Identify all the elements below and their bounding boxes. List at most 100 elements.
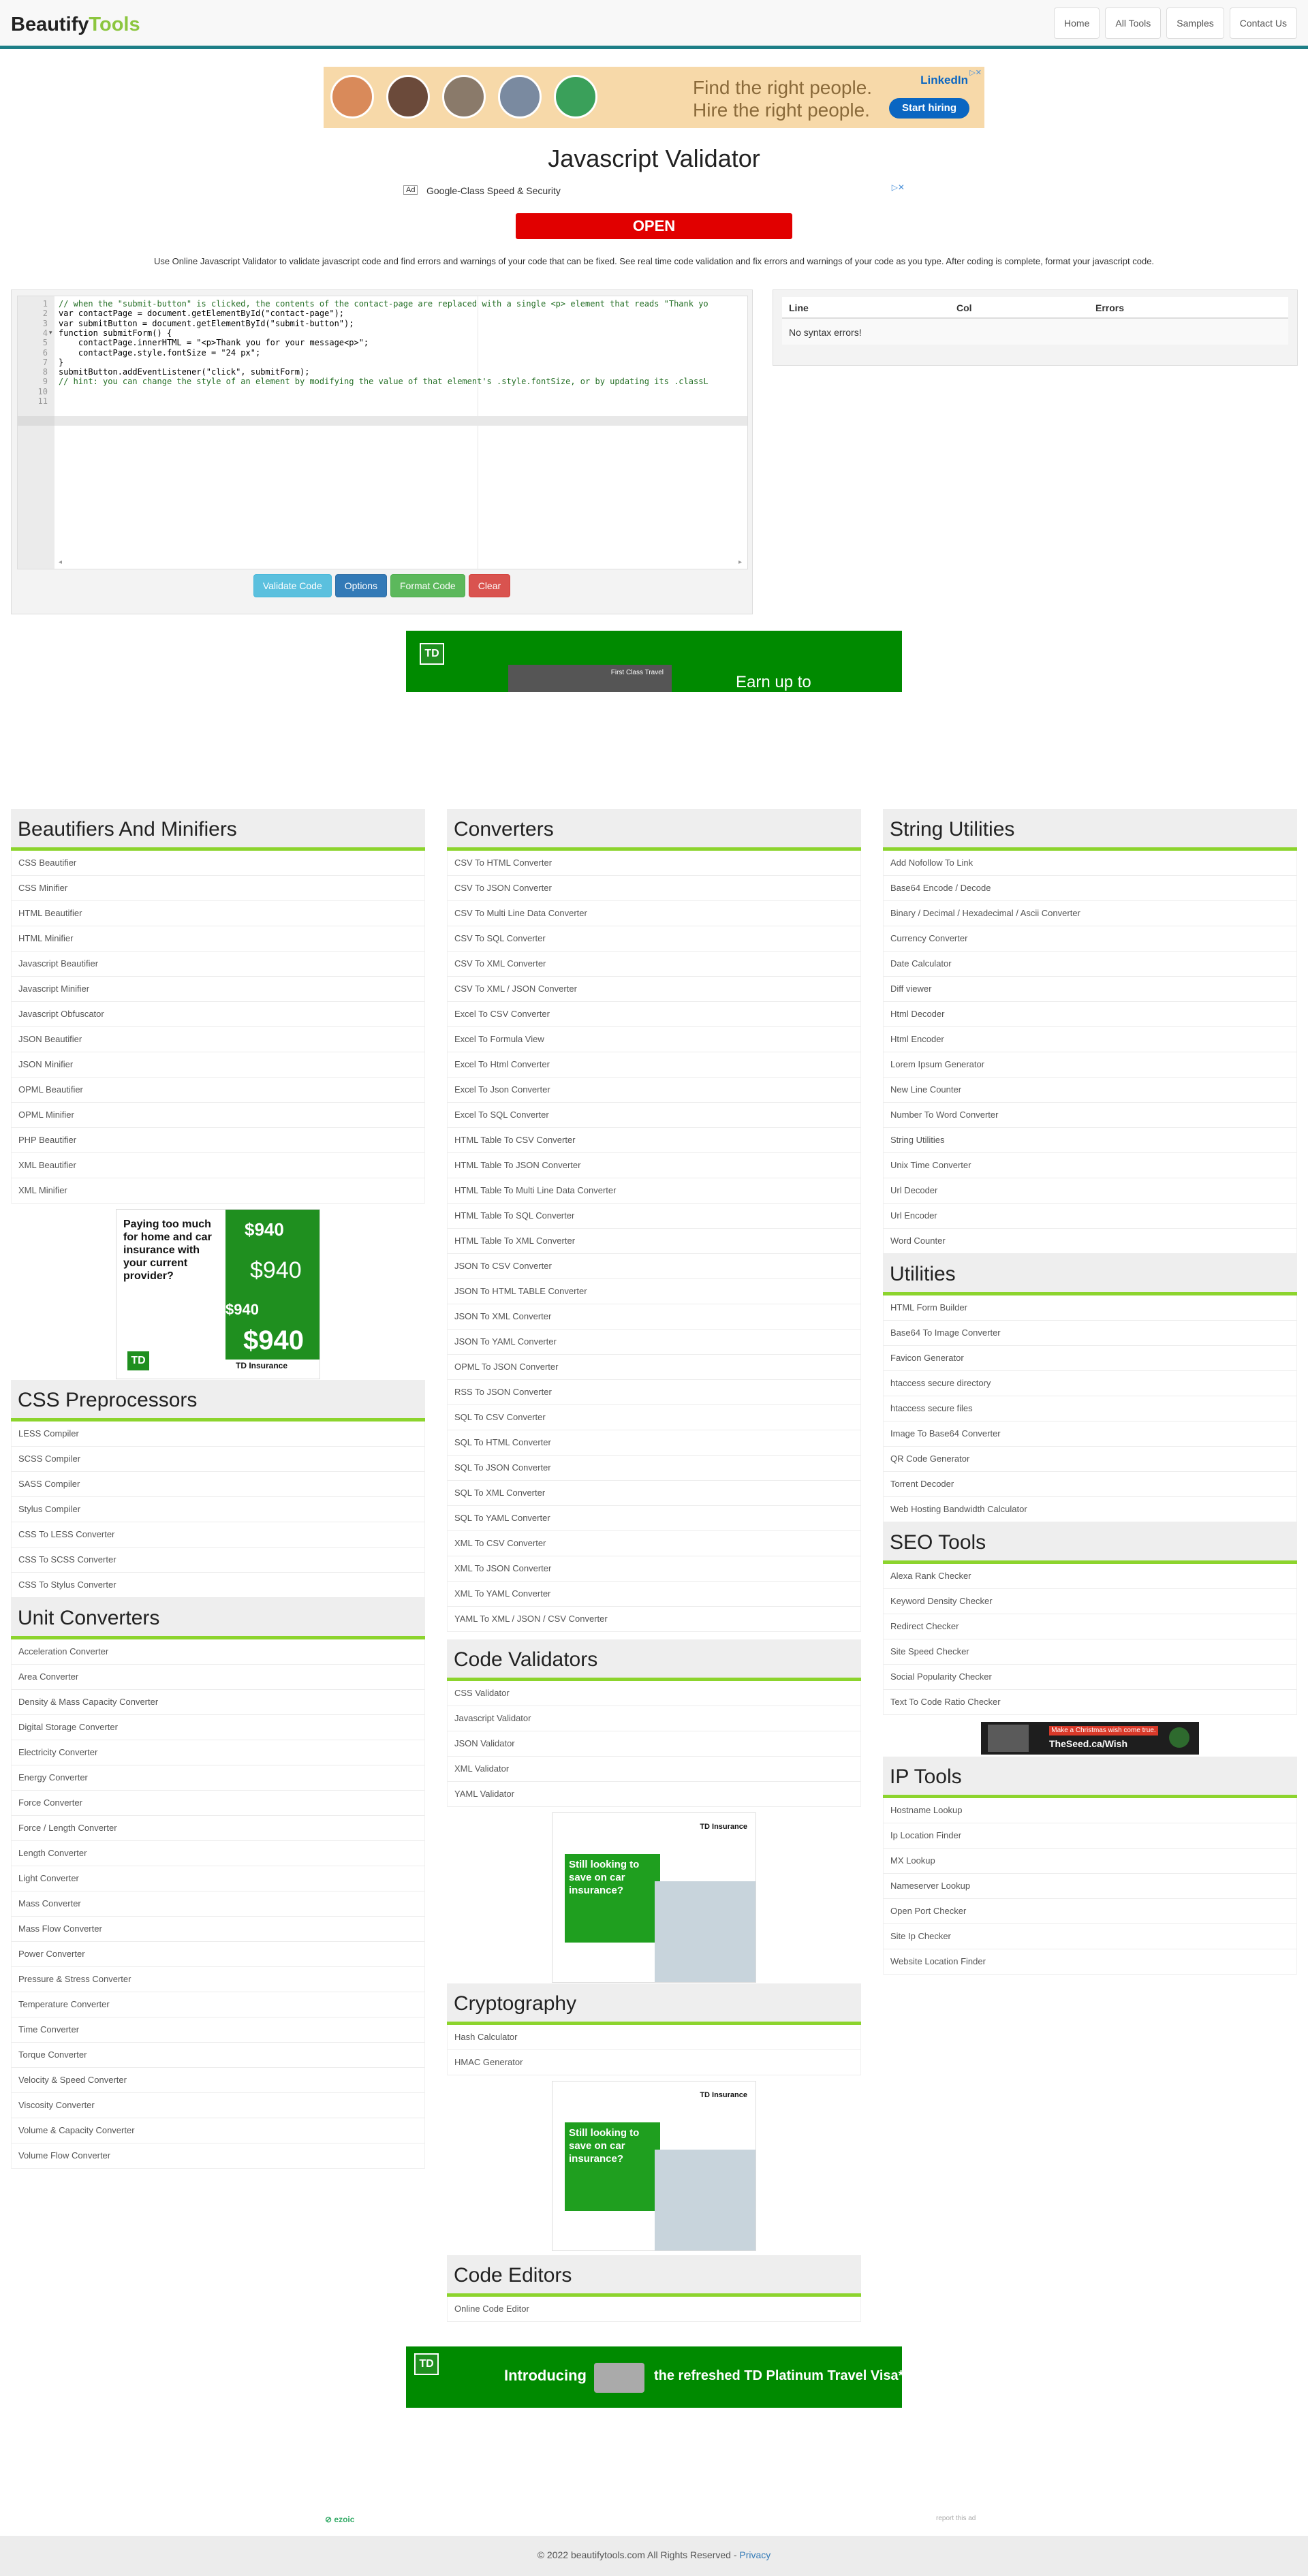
tool-link[interactable]: Javascript Minifier [11, 977, 425, 1002]
tool-link[interactable]: MX Lookup [883, 1849, 1297, 1874]
tool-link[interactable]: RSS To JSON Converter [447, 1380, 861, 1405]
tool-link[interactable]: Excel To Html Converter [447, 1052, 861, 1078]
tool-link[interactable]: Power Converter [11, 1942, 425, 1967]
tool-link[interactable]: CSS To SCSS Converter [11, 1548, 425, 1573]
tool-link[interactable]: CSS To Stylus Converter [11, 1573, 425, 1598]
tool-link[interactable]: Temperature Converter [11, 1992, 425, 2017]
tool-link[interactable]: Excel To SQL Converter [447, 1103, 861, 1128]
tool-link[interactable]: Excel To Formula View [447, 1027, 861, 1052]
tool-link[interactable]: Base64 Encode / Decode [883, 876, 1297, 901]
tool-link[interactable]: QR Code Generator [883, 1447, 1297, 1472]
tool-link[interactable]: HTML Table To JSON Converter [447, 1153, 861, 1178]
tool-link[interactable]: HMAC Generator [447, 2050, 861, 2075]
tool-link[interactable]: Excel To CSV Converter [447, 1002, 861, 1027]
tool-link[interactable]: Html Decoder [883, 1002, 1297, 1027]
tool-link[interactable]: Volume Flow Converter [11, 2143, 425, 2169]
tool-link[interactable]: SQL To CSV Converter [447, 1405, 861, 1430]
td-insurance-ad[interactable]: Paying too much for home and car insuran… [116, 1209, 320, 1379]
tool-link[interactable]: Image To Base64 Converter [883, 1421, 1297, 1447]
tool-link[interactable]: Volume & Capacity Converter [11, 2118, 425, 2143]
tool-link[interactable]: HTML Table To SQL Converter [447, 1204, 861, 1229]
tool-link[interactable]: Base64 To Image Converter [883, 1321, 1297, 1346]
tool-link[interactable]: SCSS Compiler [11, 1447, 425, 1472]
tool-link[interactable]: Word Counter [883, 1229, 1297, 1254]
tool-link[interactable]: SQL To HTML Converter [447, 1430, 861, 1456]
tool-link[interactable]: htaccess secure directory [883, 1371, 1297, 1396]
tool-link[interactable]: Mass Converter [11, 1891, 425, 1917]
theseed-ad[interactable]: Make a Christmas wish come true. TheSeed… [981, 1722, 1199, 1755]
tool-link[interactable]: JSON Minifier [11, 1052, 425, 1078]
tool-link[interactable]: SQL To YAML Converter [447, 1506, 861, 1531]
tool-link[interactable]: JSON To YAML Converter [447, 1330, 861, 1355]
ad-close-icon[interactable]: ▷✕ [969, 68, 982, 77]
tool-link[interactable]: Number To Word Converter [883, 1103, 1297, 1128]
tool-link[interactable]: Website Location Finder [883, 1949, 1297, 1975]
tool-link[interactable]: Light Converter [11, 1866, 425, 1891]
tool-link[interactable]: Lorem Ipsum Generator [883, 1052, 1297, 1078]
tool-link[interactable]: Velocity & Speed Converter [11, 2068, 425, 2093]
tool-link[interactable]: CSS Minifier [11, 876, 425, 901]
tool-link[interactable]: LESS Compiler [11, 1421, 425, 1447]
tool-link[interactable]: Web Hosting Bandwidth Calculator [883, 1497, 1297, 1522]
tool-link[interactable]: JSON Beautifier [11, 1027, 425, 1052]
tool-link[interactable]: CSV To HTML Converter [447, 851, 861, 876]
tool-link[interactable]: Ip Location Finder [883, 1823, 1297, 1849]
tool-link[interactable]: Date Calculator [883, 952, 1297, 977]
tool-link[interactable]: Nameserver Lookup [883, 1874, 1297, 1899]
tool-link[interactable]: Favicon Generator [883, 1346, 1297, 1371]
options-button[interactable]: Options [334, 574, 387, 597]
tool-link[interactable]: HTML Table To CSV Converter [447, 1128, 861, 1153]
format-code-button[interactable]: Format Code [390, 574, 465, 597]
scroll-right-icon[interactable]: ▸ [738, 559, 742, 566]
tool-link[interactable]: Hash Calculator [447, 2025, 861, 2050]
tool-link[interactable]: OPML To JSON Converter [447, 1355, 861, 1380]
scroll-left-icon[interactable]: ◂ [59, 559, 62, 566]
tool-link[interactable]: Alexa Rank Checker [883, 1564, 1297, 1589]
linkedin-ad-banner[interactable]: Find the right people. Hire the right pe… [324, 67, 984, 128]
brand-logo[interactable]: BeautifyTools [11, 14, 140, 36]
tool-link[interactable]: JSON To CSV Converter [447, 1254, 861, 1279]
td-ad-banner[interactable]: TD First Class Travel Earn up to [406, 631, 902, 692]
tool-link[interactable]: Density & Mass Capacity Converter [11, 1690, 425, 1715]
nav-link-all-tools[interactable]: All Tools [1105, 7, 1162, 39]
tool-link[interactable]: JSON To XML Converter [447, 1304, 861, 1330]
tool-link[interactable]: Digital Storage Converter [11, 1715, 425, 1740]
tool-link[interactable]: HTML Minifier [11, 926, 425, 952]
tool-link[interactable]: Url Decoder [883, 1178, 1297, 1204]
tool-link[interactable]: New Line Counter [883, 1078, 1297, 1103]
td-insurance-ad[interactable]: TD Insurance Still looking to save on ca… [552, 2081, 756, 2251]
tool-link[interactable]: SASS Compiler [11, 1472, 425, 1497]
nav-link-contact-us[interactable]: Contact Us [1229, 7, 1297, 39]
tool-link[interactable]: CSS Beautifier [11, 851, 425, 876]
tool-link[interactable]: SQL To XML Converter [447, 1481, 861, 1506]
tool-link[interactable]: Unix Time Converter [883, 1153, 1297, 1178]
tool-link[interactable]: XML To CSV Converter [447, 1531, 861, 1556]
tool-link[interactable]: Online Code Editor [447, 2297, 861, 2322]
tool-link[interactable]: Diff viewer [883, 977, 1297, 1002]
fold-arrow-icon[interactable]: ▾ [49, 329, 52, 336]
tool-link[interactable]: Javascript Beautifier [11, 952, 425, 977]
tool-link[interactable]: Force / Length Converter [11, 1816, 425, 1841]
tool-link[interactable]: Acceleration Converter [11, 1639, 425, 1665]
ad-cta-button[interactable]: Start hiring [889, 98, 969, 119]
tool-link[interactable]: HTML Form Builder [883, 1295, 1297, 1321]
tool-link[interactable]: Time Converter [11, 2017, 425, 2043]
tool-link[interactable]: Open Port Checker [883, 1899, 1297, 1924]
tool-link[interactable]: JSON Validator [447, 1731, 861, 1757]
tool-link[interactable]: PHP Beautifier [11, 1128, 425, 1153]
tool-link[interactable]: Site Ip Checker [883, 1924, 1297, 1949]
tool-link[interactable]: OPML Minifier [11, 1103, 425, 1128]
tool-link[interactable]: Viscosity Converter [11, 2093, 425, 2118]
tool-link[interactable]: Javascript Obfuscator [11, 1002, 425, 1027]
tool-link[interactable]: String Utilities [883, 1128, 1297, 1153]
tool-link[interactable]: Torque Converter [11, 2043, 425, 2068]
tool-link[interactable]: Redirect Checker [883, 1614, 1297, 1639]
tool-link[interactable]: Add Nofollow To Link [883, 851, 1297, 876]
tool-link[interactable]: Length Converter [11, 1841, 425, 1866]
nav-link-samples[interactable]: Samples [1166, 7, 1224, 39]
code-editor[interactable]: 1 2 3 4 5 6 7 8 9 10 11 ▾ // when the "submit-butt… [17, 296, 748, 569]
tool-link[interactable]: Pressure & Stress Converter [11, 1967, 425, 1992]
tool-link[interactable]: Stylus Compiler [11, 1497, 425, 1522]
report-ad-link[interactable]: report this ad [936, 2515, 976, 2522]
tool-link[interactable]: Hostname Lookup [883, 1798, 1297, 1823]
